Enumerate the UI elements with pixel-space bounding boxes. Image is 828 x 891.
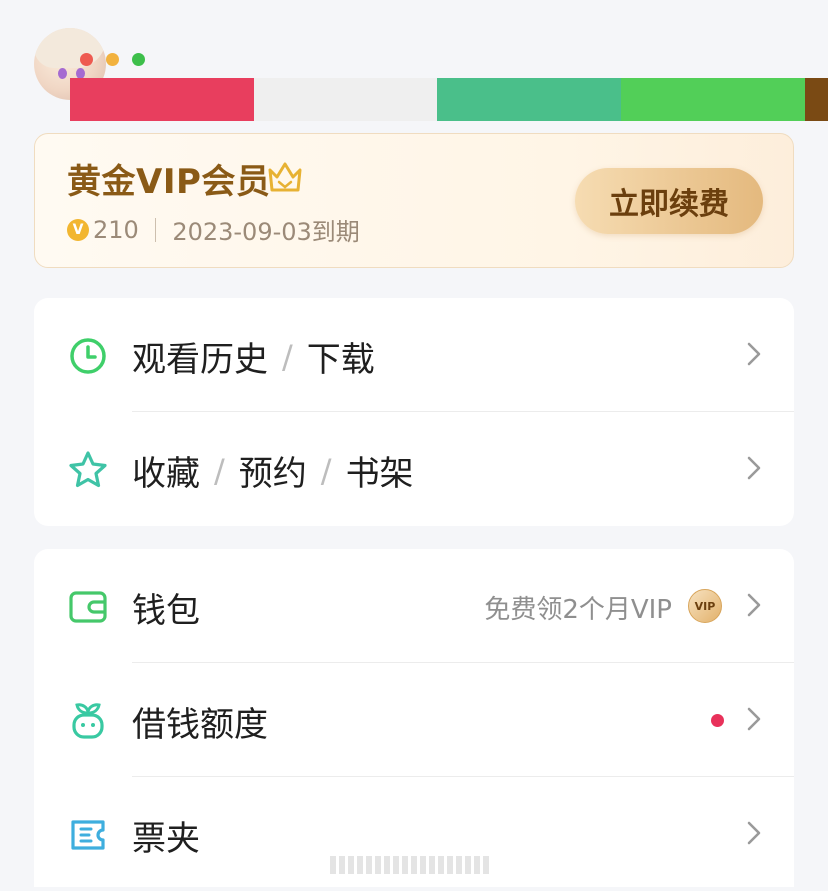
- menu-row-credit[interactable]: 借钱额度: [34, 663, 794, 777]
- meta-divider: [154, 217, 157, 242]
- chevron-right-icon: [747, 456, 761, 480]
- credit-label: 借钱额度: [132, 705, 268, 745]
- tickets-label: 票夹: [132, 819, 200, 859]
- label-separator: /: [214, 451, 225, 490]
- menu-label: 观看历史 / 下载: [132, 332, 375, 381]
- menu-card-finance: 钱包 免费领2个月VIP VIP 借钱额度 票夹: [34, 549, 794, 887]
- vip-title: 黄金VIP会员: [67, 162, 271, 202]
- ticket-icon: [71, 820, 105, 850]
- avatar-eye-left: [58, 68, 67, 79]
- free-vip-promo[interactable]: 免费领2个月VIP: [484, 589, 672, 626]
- maximize-dot[interactable]: [132, 53, 145, 66]
- chevron-right-icon: [747, 821, 761, 845]
- color-strip: [70, 78, 828, 121]
- download-link[interactable]: 下载: [307, 332, 375, 381]
- history-link[interactable]: 观看历史: [132, 332, 268, 381]
- chevron-right-icon: [747, 342, 761, 366]
- window-controls: [80, 53, 145, 66]
- star-icon: [69, 451, 107, 488]
- menu-label: 收藏 / 预约 / 书架: [132, 446, 414, 495]
- seed-icon: [72, 703, 104, 739]
- vip-expiry: 2023-09-03到期: [172, 218, 360, 246]
- clock-icon: [70, 338, 106, 374]
- crown-icon: [268, 162, 302, 192]
- chevron-right-icon: [747, 593, 761, 617]
- favorites-link[interactable]: 收藏: [132, 446, 200, 495]
- strip-segment-brown: [805, 78, 828, 121]
- strip-segment-teal: [437, 78, 621, 121]
- vip-meta: V 210 2023-09-03到期: [67, 212, 360, 247]
- coin-icon: V: [67, 218, 89, 241]
- vip-card[interactable]: 黄金VIP会员 V 210 2023-09-03到期 立即续费: [34, 133, 794, 268]
- bookshelf-link[interactable]: 书架: [346, 446, 414, 495]
- renew-button[interactable]: 立即续费: [575, 168, 763, 234]
- vip-badge-icon: VIP: [688, 589, 722, 623]
- close-dot[interactable]: [80, 53, 93, 66]
- menu-row-history-download[interactable]: 观看历史 / 下载: [34, 298, 794, 412]
- wallet-icon: [69, 591, 107, 623]
- menu-row-wallet[interactable]: 钱包 免费领2个月VIP VIP: [34, 549, 794, 663]
- chevron-right-icon: [747, 707, 761, 731]
- label-separator: /: [320, 451, 332, 490]
- strip-segment-green: [621, 78, 805, 121]
- notification-dot: [711, 714, 724, 727]
- menu-row-favorites[interactable]: 收藏 / 预约 / 书架: [34, 412, 794, 526]
- watermark: [330, 856, 496, 874]
- label-separator: /: [282, 337, 293, 376]
- strip-segment-red: [70, 78, 254, 121]
- strip-segment-gray: [254, 78, 437, 121]
- vip-points: 210: [93, 215, 139, 244]
- minimize-dot[interactable]: [106, 53, 119, 66]
- wallet-label: 钱包: [132, 591, 200, 631]
- reservations-link[interactable]: 预约: [239, 446, 307, 495]
- menu-card-history: 观看历史 / 下载 收藏 / 预约 / 书架: [34, 298, 794, 526]
